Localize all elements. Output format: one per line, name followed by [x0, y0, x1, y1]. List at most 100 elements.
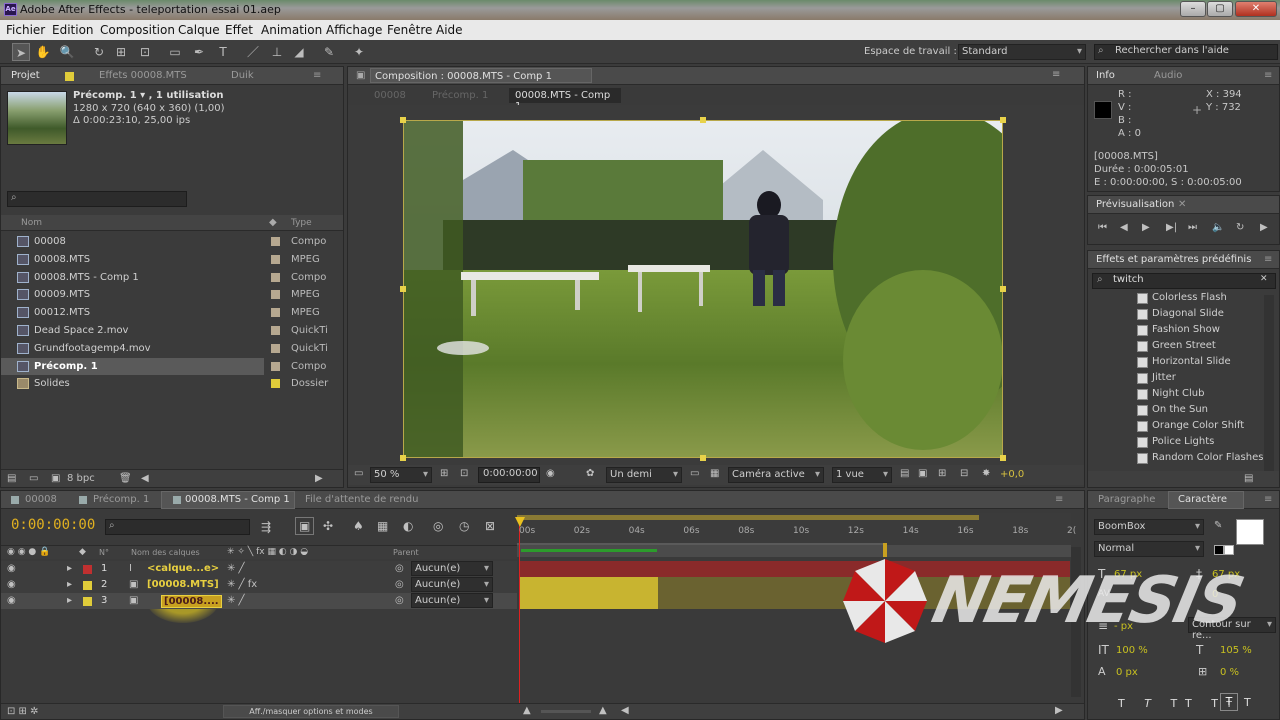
color-channel-icon[interactable]: ✿ — [586, 468, 594, 479]
tab-audio[interactable]: Audio — [1154, 70, 1182, 81]
transform-handle[interactable] — [700, 117, 706, 123]
menu-aide[interactable]: Aide — [436, 23, 463, 37]
column-parent[interactable]: Parent — [393, 548, 419, 557]
new-folder-icon[interactable]: ▭ — [29, 473, 38, 484]
tracking-value[interactable]: 0 — [1212, 589, 1218, 600]
layer-label-swatch[interactable] — [83, 597, 92, 606]
layer-switches[interactable]: ✳ ╱ — [227, 595, 245, 606]
vertical-scale-value[interactable]: 100 % — [1116, 645, 1148, 656]
safe-margins-icon[interactable]: ⊞ — [440, 468, 448, 479]
loop-icon[interactable]: ↻ — [1236, 222, 1244, 233]
black-swatch[interactable] — [1214, 545, 1224, 555]
mini-flowchart-icon[interactable]: ⇶ — [261, 520, 271, 534]
effect-preset-item[interactable]: Horizontal Slide — [1137, 355, 1263, 371]
playhead-line[interactable] — [519, 521, 520, 707]
effect-preset-item[interactable]: Orange Color Shift — [1137, 419, 1263, 435]
hand-tool-icon[interactable]: ✋ — [34, 43, 52, 61]
parent-dropdown[interactable]: Aucun(e) — [411, 577, 493, 592]
project-item[interactable]: Solides Dossier — [1, 375, 343, 392]
layer-name[interactable]: <calque...e> — [147, 563, 219, 574]
trash-icon[interactable]: 🗑 — [119, 473, 132, 484]
eyedropper-icon[interactable]: ✎ — [1214, 520, 1222, 531]
menu-calque[interactable]: Calque — [178, 23, 220, 37]
project-item[interactable]: 00012.MTS MPEG — [1, 304, 343, 321]
maximize-button[interactable]: ▢ — [1207, 1, 1233, 17]
panel-menu-icon[interactable]: ≡ — [1264, 254, 1272, 265]
brainstorm-icon[interactable]: ◎ — [433, 519, 443, 533]
transform-handle[interactable] — [1000, 117, 1006, 123]
tsume-value[interactable]: 0 % — [1220, 667, 1239, 678]
resolution-dropdown[interactable]: Un demi — [606, 467, 682, 483]
font-family-dropdown[interactable]: BoomBox — [1094, 519, 1204, 535]
layer-label-swatch[interactable] — [83, 581, 92, 590]
frame-blending-icon[interactable]: ▦ — [377, 519, 388, 533]
brush-tool-icon[interactable]: ／ — [244, 43, 262, 61]
visibility-eye-icon[interactable]: ◉ — [7, 563, 16, 574]
project-item[interactable]: Grundfootagemp4.mov QuickTi — [1, 340, 343, 357]
scroll-left-icon[interactable]: ◀ — [141, 473, 149, 484]
clear-search-icon[interactable]: ✕ — [1260, 274, 1268, 284]
motion-blur-icon[interactable]: ◐ — [403, 519, 413, 533]
project-item[interactable]: Dead Space 2.mov QuickTi — [1, 322, 343, 339]
pen-tool-icon[interactable]: ✒ — [190, 43, 208, 61]
horizontal-scale-value[interactable]: 105 % — [1220, 645, 1252, 656]
flowchart-icon[interactable]: ⊟ — [960, 468, 968, 479]
exposure-value[interactable]: +0,0 — [1000, 469, 1024, 480]
tab-projet[interactable]: Projet — [11, 70, 40, 81]
transform-handle[interactable] — [400, 455, 406, 461]
tab-effets-parametres[interactable]: Effets et paramètres prédéfinis — [1096, 254, 1252, 265]
layer-switches[interactable]: ✳ ╱ fx — [227, 579, 257, 590]
visibility-column-icon[interactable]: ◉ ◉ ● 🔒 — [7, 547, 50, 557]
toggle-switches-modes-button[interactable]: Aff./masquer options et modes — [223, 705, 399, 718]
switches-icons[interactable]: ✳ ✧ ╲ fx ▦ ◐ ◑ ◒ — [227, 547, 308, 557]
tab-paragraphe[interactable]: Paragraphe — [1098, 494, 1155, 505]
baseline-shift-value[interactable]: 0 px — [1116, 667, 1138, 678]
composition-viewer[interactable] — [348, 105, 1084, 463]
effect-preset-item[interactable]: Jitter — [1137, 371, 1263, 387]
graph-editor-icon[interactable]: ◷ — [459, 519, 469, 533]
shy-layers-icon[interactable]: ♠ — [353, 519, 364, 533]
white-swatch[interactable] — [1224, 545, 1234, 555]
tab-composition[interactable]: Composition : 00008.MTS - Comp 1 — [370, 68, 592, 83]
work-area-bar[interactable] — [517, 515, 979, 520]
parent-dropdown[interactable]: Aucun(e) — [411, 561, 493, 576]
effect-preset-item[interactable]: Random Color Flashes — [1137, 451, 1263, 467]
layer-3-bar-active[interactable] — [520, 593, 658, 609]
work-area-strip[interactable] — [517, 543, 1071, 557]
timeline-layer-row[interactable]: ◉ ▸ 1 I <calque...e> ✳ ╱ ◎ Aucun(e) — [1, 561, 517, 577]
expand-twirl-icon[interactable]: ▸ — [67, 579, 72, 590]
column-layer-name[interactable]: Nom des calques — [131, 548, 200, 557]
work-area-end-handle[interactable] — [883, 543, 887, 557]
effects-search-input[interactable]: twitch — [1092, 273, 1276, 289]
layer-name[interactable]: [00008.MTS] — [147, 579, 219, 590]
project-item[interactable]: Précomp. 1 Compo — [1, 357, 326, 375]
label-color-swatch[interactable] — [271, 272, 280, 282]
timeline-icon[interactable]: ⊞ — [938, 468, 946, 479]
label-column-icon[interactable]: ◆ — [79, 547, 86, 557]
menu-fichier[interactable]: Fichier — [6, 23, 45, 37]
interpret-footage-icon[interactable]: ▤ — [7, 473, 16, 484]
auto-keyframe-icon[interactable]: ⊠ — [485, 519, 495, 533]
ram-preview-icon[interactable]: ▶ — [1260, 222, 1268, 233]
project-item[interactable]: 00008 Compo — [1, 233, 343, 250]
superscript-button[interactable]: T — [1220, 693, 1238, 711]
menu-edition[interactable]: Edition — [52, 23, 94, 37]
layer-switches[interactable]: ✳ ╱ — [227, 563, 245, 574]
layer-name[interactable]: [00008.... — [161, 595, 222, 608]
workspace-dropdown[interactable]: Standard — [958, 44, 1086, 60]
panel-menu-icon[interactable]: ≡ — [1264, 494, 1272, 505]
breadcrumb-precomp[interactable]: Précomp. 1 — [432, 90, 488, 101]
tab-timeline-precomp[interactable]: Précomp. 1 — [93, 494, 149, 505]
pickwhip-icon[interactable]: ◎ — [395, 595, 404, 606]
zoom-in-icon[interactable]: ▲ — [599, 705, 607, 716]
bit-depth-label[interactable]: 8 bpc — [67, 473, 95, 484]
play-icon[interactable]: ▶ — [1142, 222, 1150, 233]
pickwhip-icon[interactable]: ◎ — [395, 579, 404, 590]
new-comp-icon[interactable]: ▣ — [51, 473, 60, 484]
selection-tool-icon[interactable]: ➤ — [12, 43, 30, 61]
rectangle-tool-icon[interactable]: ▭ — [166, 43, 184, 61]
first-frame-icon[interactable]: ⏮ — [1098, 222, 1107, 233]
label-column-icon[interactable]: ◆ — [269, 217, 277, 228]
scroll-left-icon[interactable]: ◀ — [621, 705, 629, 716]
panel-menu-icon[interactable]: ≡ — [313, 70, 321, 81]
